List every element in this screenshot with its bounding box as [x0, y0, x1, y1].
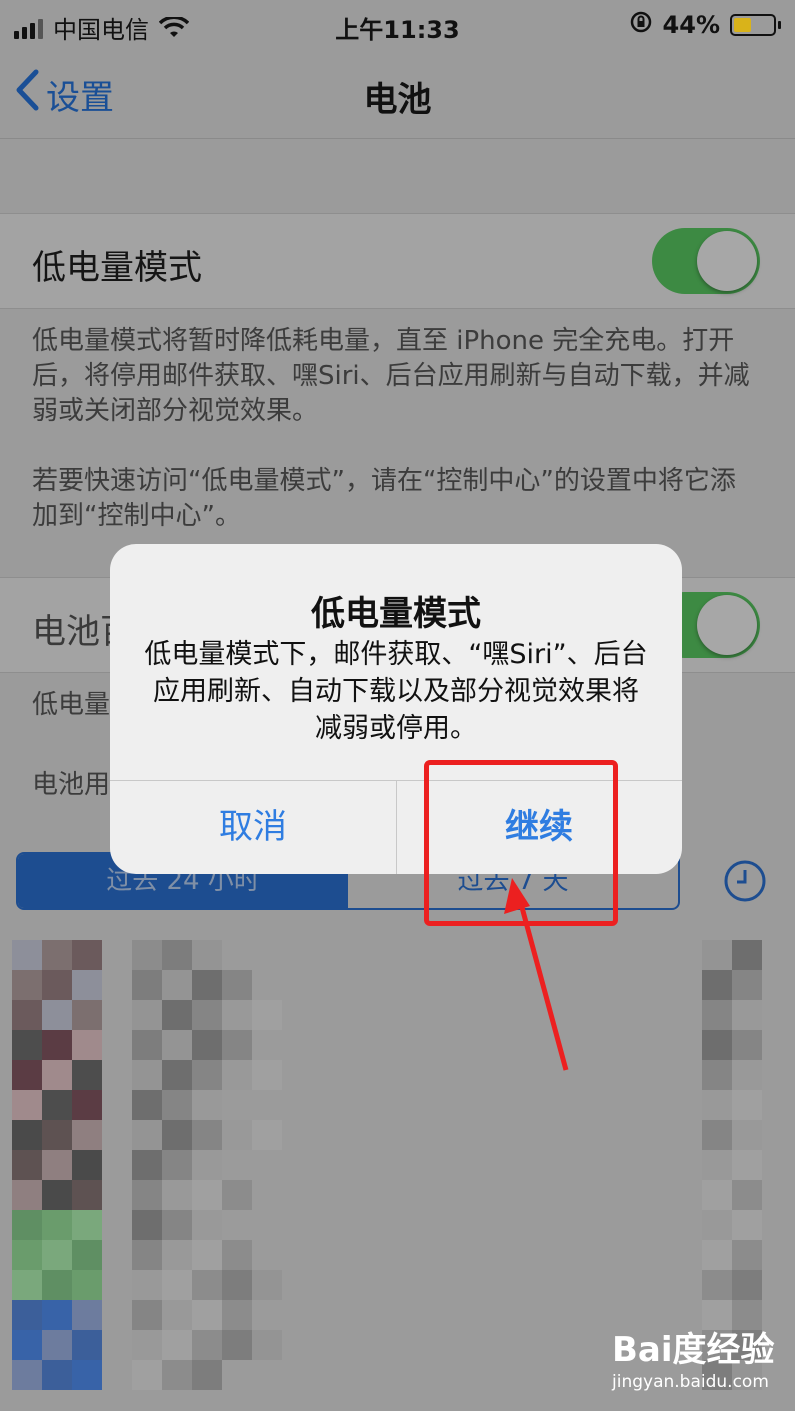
- baidu-watermark: Bai度经验 jingyan.baidu.com: [612, 1322, 788, 1402]
- watermark-url: jingyan.baidu.com: [612, 1372, 769, 1392]
- baidu-logo: Bai度经验: [612, 1330, 775, 1370]
- phone-screen: 中国电信 上午11:33 44% 设置 电池 低电量模式 低电量模式将暂时降低耗…: [0, 0, 795, 1411]
- annotation-arrow-icon: [504, 878, 569, 1071]
